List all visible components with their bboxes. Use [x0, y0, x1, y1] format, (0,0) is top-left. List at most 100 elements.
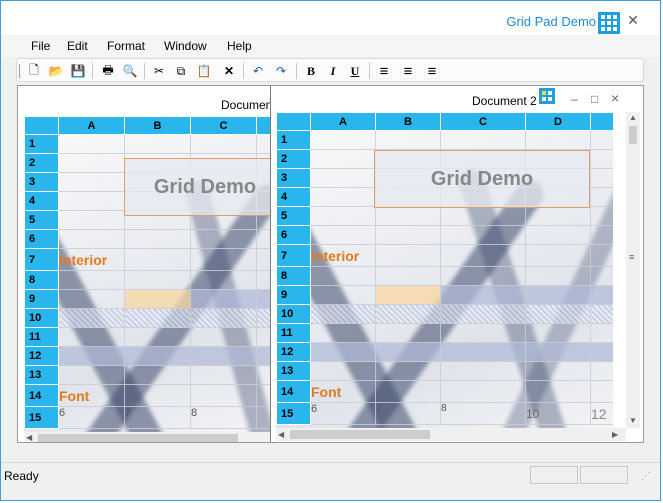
save-icon[interactable]: 💾	[69, 62, 87, 80]
cut-icon[interactable]: ✂	[150, 62, 168, 80]
cell[interactable]	[310, 323, 376, 343]
cell[interactable]	[256, 289, 270, 309]
row-header[interactable]: 14	[276, 380, 311, 403]
column-header[interactable]: B	[124, 116, 191, 135]
cell[interactable]	[58, 153, 125, 173]
cell[interactable]	[124, 384, 191, 407]
cell[interactable]	[190, 248, 257, 271]
cell[interactable]	[590, 285, 613, 305]
row-header[interactable]: 1	[276, 130, 311, 150]
cell[interactable]	[58, 327, 125, 347]
cell[interactable]	[375, 342, 441, 362]
cell[interactable]	[590, 149, 613, 169]
cell[interactable]	[375, 285, 441, 305]
cell[interactable]	[190, 229, 257, 249]
close-window-button[interactable]: ✕	[625, 12, 641, 28]
scroll-up-icon[interactable]: ▲	[629, 113, 637, 123]
row-header[interactable]: 1	[24, 134, 59, 154]
row-header[interactable]: 15	[24, 406, 59, 429]
cell[interactable]	[58, 270, 125, 290]
cell[interactable]	[256, 248, 270, 271]
cell[interactable]	[124, 327, 191, 347]
undo-icon[interactable]: ↶	[249, 62, 267, 80]
cell[interactable]	[375, 304, 441, 324]
interior-cell[interactable]: Interior	[58, 248, 125, 271]
document-1-horizontal-scrollbar[interactable]: ◀	[24, 432, 270, 442]
cell[interactable]: 6	[310, 402, 376, 425]
cell[interactable]	[590, 380, 613, 403]
cell[interactable]	[310, 266, 376, 286]
cell[interactable]	[440, 130, 526, 150]
cell[interactable]	[310, 130, 376, 150]
cell[interactable]	[256, 406, 270, 429]
cell[interactable]	[375, 266, 441, 286]
cell[interactable]	[525, 361, 591, 381]
cell[interactable]	[590, 130, 613, 150]
cell[interactable]	[58, 365, 125, 385]
cell[interactable]	[190, 384, 257, 407]
cell[interactable]	[525, 244, 591, 267]
cell[interactable]	[58, 210, 125, 230]
scroll-thumb[interactable]	[290, 430, 430, 439]
interior-cell[interactable]: Interior	[310, 244, 376, 267]
underline-icon[interactable]: U	[346, 62, 364, 80]
cell[interactable]	[440, 206, 526, 226]
cell[interactable]	[375, 361, 441, 381]
cell[interactable]	[310, 168, 376, 188]
scroll-left-icon[interactable]: ◀	[278, 430, 284, 440]
cell[interactable]	[256, 346, 270, 366]
row-header[interactable]: 11	[276, 323, 311, 343]
open-icon[interactable]: 📂	[47, 62, 65, 80]
cell[interactable]	[256, 134, 270, 154]
cell[interactable]	[58, 289, 125, 309]
cell[interactable]	[375, 380, 441, 403]
row-header[interactable]: 12	[276, 342, 311, 362]
document-2-vertical-scrollbar[interactable]: ▲ ≡ ▼	[626, 112, 640, 428]
bold-icon[interactable]: B	[302, 62, 320, 80]
print-icon[interactable]: 🖶	[99, 62, 117, 80]
cell[interactable]	[124, 346, 191, 366]
cell[interactable]	[440, 304, 526, 324]
cell[interactable]	[525, 225, 591, 245]
document-2-grid[interactable]: A B C D 1 2 3 4 5 6 7 Interior 8 9 10 11…	[276, 112, 613, 428]
row-header[interactable]: 3	[24, 172, 59, 192]
cell[interactable]	[440, 244, 526, 267]
row-header[interactable]: 13	[276, 361, 311, 381]
cell[interactable]	[58, 172, 125, 192]
italic-icon[interactable]: I	[324, 62, 342, 80]
row-header[interactable]: 9	[276, 285, 311, 305]
cell[interactable]	[58, 308, 125, 328]
column-header[interactable]: B	[375, 112, 441, 131]
delete-icon[interactable]: ✕	[220, 62, 238, 80]
cell[interactable]	[525, 304, 591, 324]
row-header[interactable]: 10	[276, 304, 311, 324]
cell[interactable]	[525, 130, 591, 150]
row-header[interactable]: 14	[24, 384, 59, 407]
cell[interactable]	[375, 130, 441, 150]
row-header[interactable]: 2	[276, 149, 311, 169]
cell[interactable]	[190, 270, 257, 290]
cell[interactable]: 6	[58, 406, 125, 429]
cell[interactable]	[375, 206, 441, 226]
scroll-thumb[interactable]	[38, 434, 238, 442]
cell[interactable]	[440, 225, 526, 245]
cell[interactable]	[525, 206, 591, 226]
row-header[interactable]: 6	[276, 225, 311, 245]
cell[interactable]	[525, 266, 591, 286]
cell[interactable]	[58, 191, 125, 211]
cell[interactable]	[590, 266, 613, 286]
row-header[interactable]: 2	[24, 153, 59, 173]
cell[interactable]	[58, 229, 125, 249]
menu-help[interactable]: Help	[227, 39, 252, 53]
cell[interactable]	[590, 304, 613, 324]
maximize-icon[interactable]: □	[591, 92, 598, 106]
cell[interactable]	[440, 285, 526, 305]
row-header[interactable]: 13	[24, 365, 59, 385]
cell[interactable]	[124, 270, 191, 290]
cell[interactable]	[256, 327, 270, 347]
cell[interactable]	[525, 380, 591, 403]
cell[interactable]	[525, 323, 591, 343]
cell[interactable]	[124, 248, 191, 271]
column-header[interactable]	[256, 116, 270, 135]
copy-icon[interactable]: ⧉	[172, 62, 190, 80]
